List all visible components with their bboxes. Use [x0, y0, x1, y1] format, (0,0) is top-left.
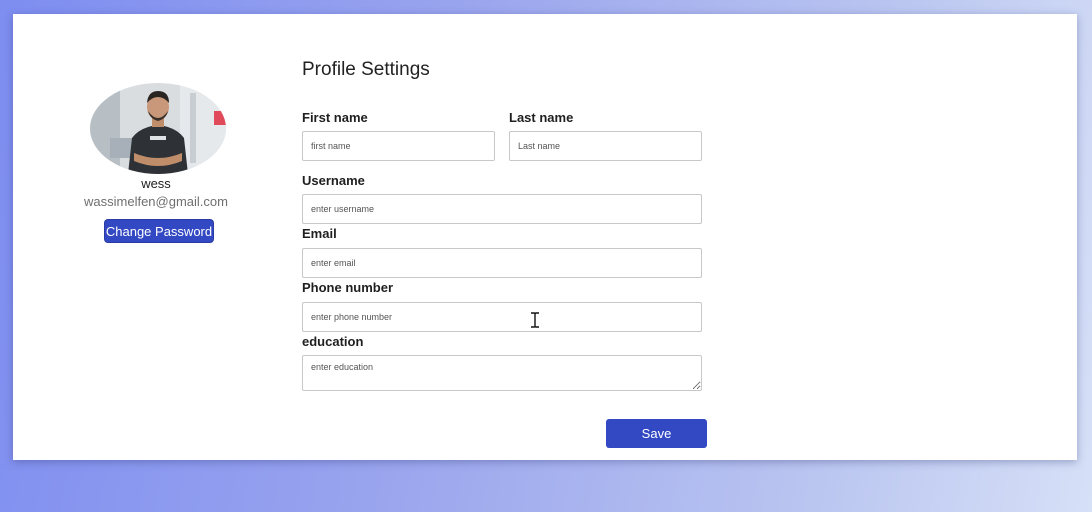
username-input[interactable] [302, 194, 702, 224]
profile-settings-card: wess wassimelfen@gmail.com Change Passwo… [13, 14, 1077, 460]
phone-label: Phone number [302, 280, 394, 295]
last-name-label: Last name [509, 110, 574, 125]
page-title: Profile Settings [302, 59, 430, 80]
profile-name: wess [141, 176, 171, 191]
change-password-button[interactable]: Change Password [105, 220, 213, 242]
last-name-input[interactable] [509, 131, 702, 161]
text-cursor-icon [531, 312, 539, 328]
save-button[interactable]: Save [606, 419, 707, 448]
email-input[interactable] [302, 248, 702, 278]
first-name-label: First name [302, 110, 368, 125]
email-label: Email [302, 226, 337, 241]
phone-input[interactable] [302, 302, 702, 332]
username-label: Username [302, 173, 365, 188]
education-textarea[interactable] [302, 355, 702, 391]
avatar [90, 83, 226, 174]
profile-email: wassimelfen@gmail.com [84, 194, 228, 209]
education-label: education [302, 334, 364, 349]
first-name-input[interactable] [302, 131, 495, 161]
user-photo-icon [90, 83, 226, 174]
